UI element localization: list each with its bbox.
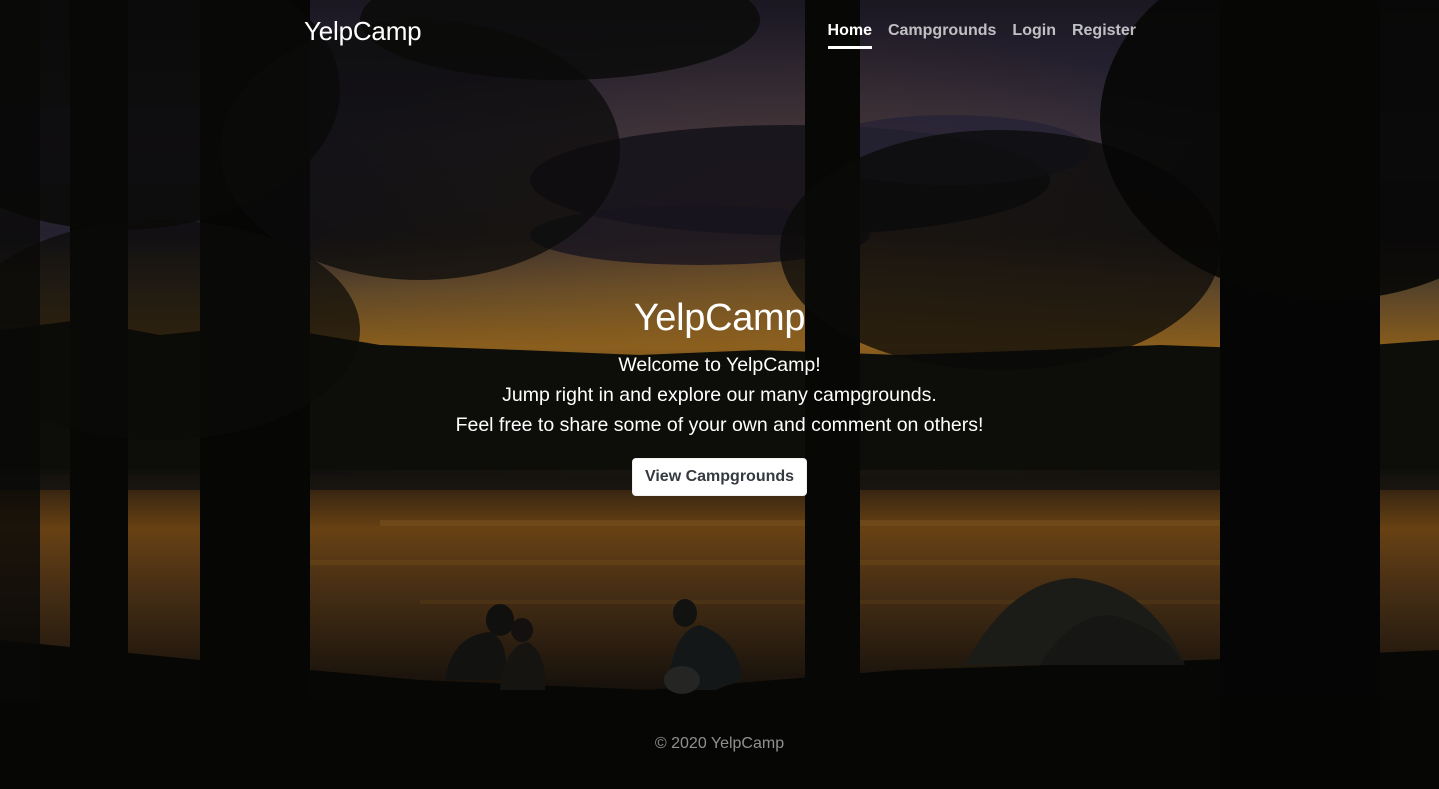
main-nav: Home Campgrounds Login Register xyxy=(827,21,1136,49)
site-header: YelpCamp Home Campgrounds Login Register xyxy=(304,0,1136,66)
hero-section: YelpCamp Welcome to YelpCamp! Jump right… xyxy=(0,292,1439,496)
nav-link-login[interactable]: Login xyxy=(1012,21,1056,49)
landing-page: YelpCamp Home Campgrounds Login Register… xyxy=(0,0,1439,789)
brand-logo[interactable]: YelpCamp xyxy=(304,16,422,47)
hero-line-share: Feel free to share some of your own and … xyxy=(455,414,984,436)
hero-lead: Welcome to YelpCamp! Jump right in and e… xyxy=(0,350,1439,440)
hero-title: YelpCamp xyxy=(633,297,806,339)
hero-line-welcome: Welcome to YelpCamp! xyxy=(618,354,821,376)
nav-link-home[interactable]: Home xyxy=(827,21,872,49)
site-footer: © 2020 YelpCamp xyxy=(0,735,1439,753)
nav-link-register[interactable]: Register xyxy=(1072,21,1136,49)
footer-copyright: © 2020 YelpCamp xyxy=(654,735,785,752)
hero-line-explore: Jump right in and explore our many campg… xyxy=(502,384,937,406)
nav-link-campgrounds[interactable]: Campgrounds xyxy=(888,21,996,49)
view-campgrounds-button[interactable]: View Campgrounds xyxy=(631,458,808,496)
